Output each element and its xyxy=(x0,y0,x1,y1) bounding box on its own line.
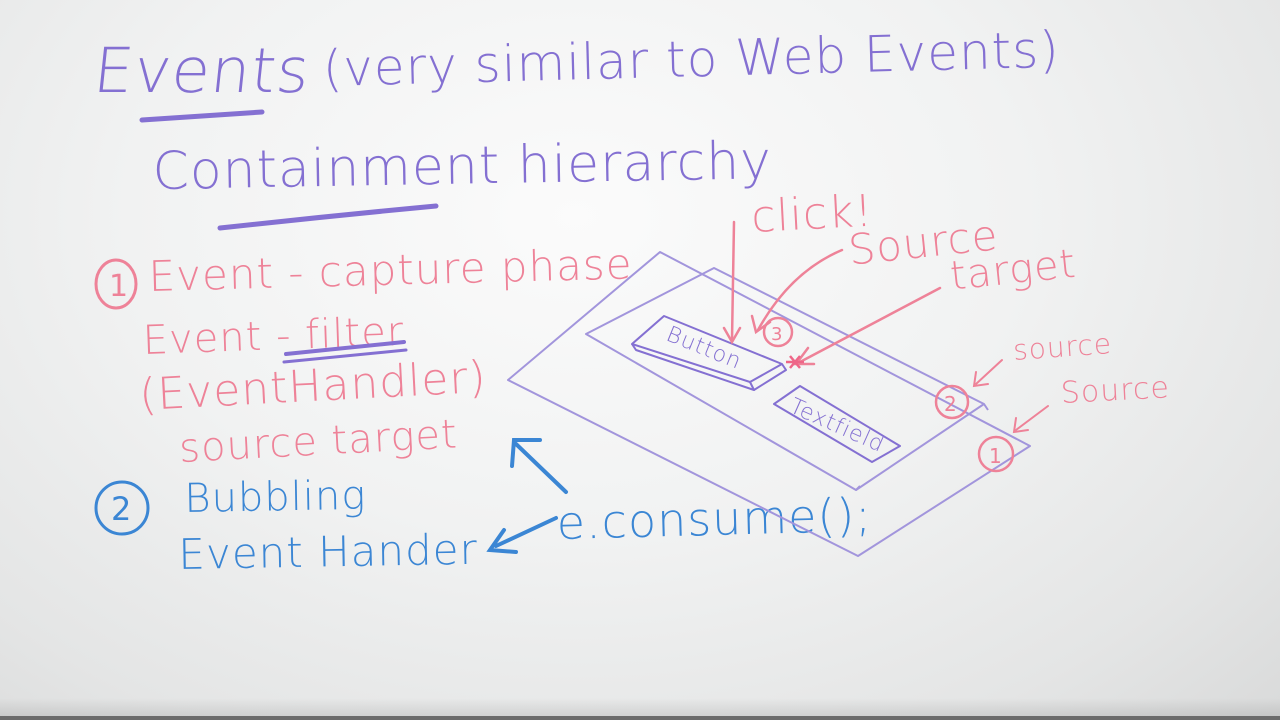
source-2-arrow xyxy=(972,359,1003,388)
click-arrow xyxy=(722,220,742,345)
phase1-circle-badge: 1 xyxy=(94,258,138,310)
phase2-circle-badge: 2 xyxy=(94,480,150,536)
source-arrow xyxy=(750,248,844,335)
marker-strokes: 1 2 3 2 1 xyxy=(94,109,1049,557)
whiteboard: Events (very similar to Web Events) Cont… xyxy=(0,0,1280,720)
source-1-arrow xyxy=(1012,405,1049,434)
target-arrow xyxy=(793,286,942,366)
svg-text:3: 3 xyxy=(771,324,782,345)
board-bottom-edge xyxy=(0,716,1280,720)
badge-1: 1 xyxy=(977,435,1015,473)
arrow-left xyxy=(486,516,558,554)
underline-events xyxy=(139,109,265,123)
svg-text:2: 2 xyxy=(111,490,131,528)
diagram-textfield-box xyxy=(773,385,901,463)
underline-containment xyxy=(217,203,439,231)
svg-text:1: 1 xyxy=(109,269,128,304)
arrow-up-left xyxy=(510,438,568,494)
badge-3: 3 xyxy=(762,316,794,348)
badge-2: 2 xyxy=(934,384,970,420)
svg-text:2: 2 xyxy=(944,392,957,416)
diagram-middle-plane xyxy=(585,267,985,491)
svg-text:1: 1 xyxy=(989,444,1002,468)
